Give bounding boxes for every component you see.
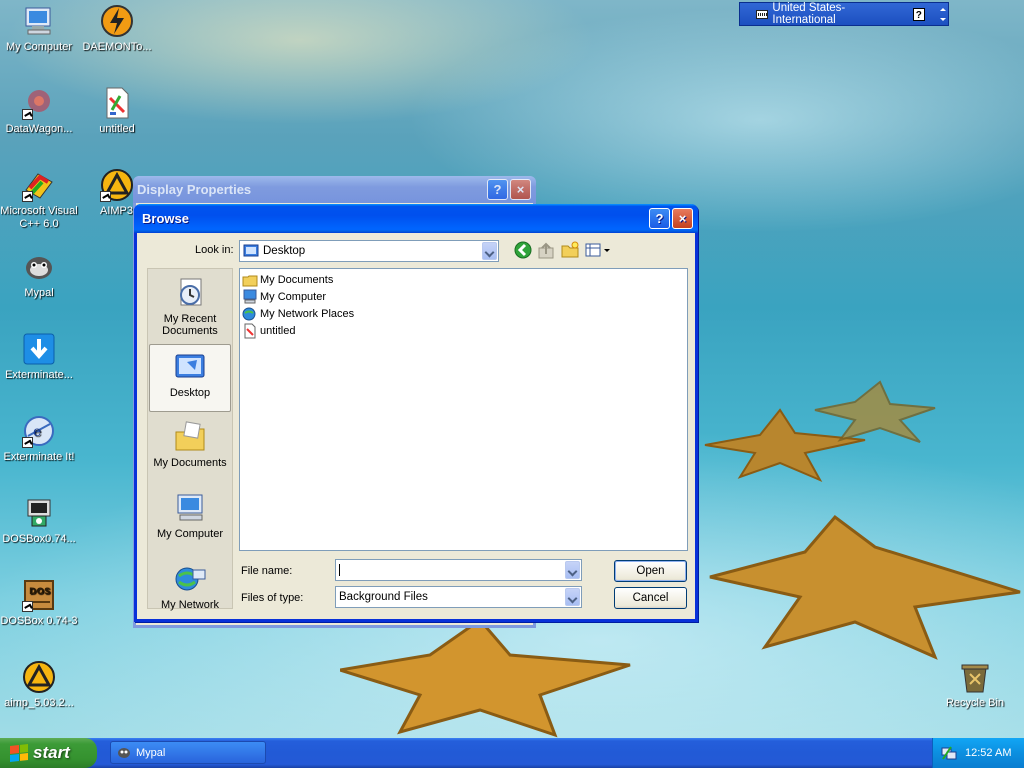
language-bar[interactable]: United States-International ? <box>739 2 949 26</box>
desktop-small-icon <box>243 244 259 257</box>
svg-text:e: e <box>33 424 41 440</box>
place-my-computer[interactable]: My Computer <box>149 486 231 554</box>
browse-dialog[interactable]: Browse ? × Look in: Desktop My Recent Do… <box>134 204 698 622</box>
starfish-decoration <box>814 380 936 443</box>
file-name-field[interactable] <box>335 559 582 581</box>
files-of-type-dropdown[interactable]: Background Files <box>335 586 582 608</box>
svg-text:DOS: DOS <box>29 587 51 597</box>
my-documents-icon <box>173 420 207 454</box>
starfish-decoration <box>709 514 1021 660</box>
desktop-icon-datawagon[interactable]: DataWagon... <box>0 86 78 136</box>
chevron-down-icon[interactable] <box>482 242 497 260</box>
look-in-dropdown[interactable]: Desktop <box>239 240 499 262</box>
network-tray-icon[interactable] <box>941 745 957 761</box>
taskbar-button-mypal[interactable]: Mypal <box>110 741 266 764</box>
network-icon <box>242 307 256 321</box>
view-menu-icon[interactable] <box>584 240 612 260</box>
aimp-icon <box>100 168 134 202</box>
computer-icon <box>173 491 207 525</box>
visual-cpp-icon <box>22 168 56 202</box>
starfish-decoration <box>340 620 631 738</box>
network-icon <box>173 562 207 596</box>
place-desktop[interactable]: Desktop <box>149 344 231 412</box>
desktop-icon-dosbox-0743[interactable]: DOS DOSBox 0.74-3 <box>0 578 78 628</box>
my-documents-icon <box>242 275 258 287</box>
cancel-button[interactable]: Cancel <box>614 587 687 609</box>
list-item[interactable]: My Computer <box>242 289 326 305</box>
back-icon[interactable] <box>513 240 533 260</box>
desktop-icon-recycle-bin[interactable]: Recycle Bin <box>936 660 1014 710</box>
look-in-label: Look in: <box>195 244 234 256</box>
mypal-icon <box>22 250 56 284</box>
language-label: United States-International <box>772 2 846 26</box>
desktop-icon-dosbox-074[interactable]: DOSBox0.74... <box>0 496 78 546</box>
computer-icon <box>22 4 56 38</box>
keyboard-icon <box>756 9 769 19</box>
list-item[interactable]: untitled <box>242 323 295 339</box>
list-item[interactable]: My Documents <box>242 272 333 288</box>
mypal-icon <box>118 747 130 758</box>
text-cursor <box>339 564 340 576</box>
look-in-value: Desktop <box>263 245 306 257</box>
windows-logo-icon <box>10 744 28 762</box>
files-of-type-label: Files of type: <box>241 592 304 604</box>
place-my-recent-documents[interactable]: My Recent Documents <box>149 271 231 339</box>
dosbox-setup-icon <box>22 496 56 530</box>
desktop-icon-mypal[interactable]: Mypal <box>0 250 78 300</box>
desktop-icon-untitled[interactable]: untitled <box>78 86 156 136</box>
places-bar: My Recent Documents Desktop My Documents… <box>147 268 233 611</box>
taskbar: start Mypal 12:52 AM <box>0 738 1024 768</box>
clock[interactable]: 12:52 AM <box>965 747 1011 759</box>
place-my-documents[interactable]: My Documents <box>149 415 231 483</box>
exterminate-it-icon: e <box>22 414 56 448</box>
start-label: start <box>33 743 70 762</box>
recent-documents-icon <box>173 276 207 310</box>
computer-icon <box>243 289 257 304</box>
help-button[interactable]: ? <box>487 179 508 200</box>
desktop-icon-exterminate[interactable]: Exterminate... <box>0 332 78 382</box>
dosbox-icon: DOS <box>22 578 56 612</box>
aimp-installer-icon <box>22 660 56 694</box>
desktop-icon <box>173 350 207 384</box>
system-tray: 12:52 AM <box>932 738 1024 768</box>
close-button[interactable]: × <box>510 179 531 200</box>
open-button[interactable]: Open <box>614 560 687 582</box>
display-properties-titlebar[interactable]: Display Properties ? × <box>133 176 536 203</box>
start-button[interactable]: start <box>0 738 97 768</box>
file-name-label: File name: <box>241 565 293 577</box>
bitmap-file-icon <box>100 86 134 120</box>
list-item[interactable]: My Network Places <box>242 306 354 322</box>
help-button[interactable]: ? <box>649 208 670 229</box>
place-my-network[interactable]: My Network <box>149 557 231 625</box>
desktop-icon-exterminate-it[interactable]: e Exterminate It! <box>0 414 78 464</box>
new-folder-icon[interactable] <box>560 240 580 260</box>
desktop-icon-visual-cpp[interactable]: Microsoft Visual C++ 6.0 <box>0 168 78 231</box>
desktop-icon-daemon-tools[interactable]: DAEMONTo... <box>78 4 156 54</box>
datawagon-icon <box>22 86 56 120</box>
browse-titlebar[interactable]: Browse ? × <box>134 204 698 233</box>
chevron-down-icon[interactable] <box>565 588 580 606</box>
close-button[interactable]: × <box>672 208 693 229</box>
exterminate-installer-icon <box>22 332 56 366</box>
desktop-icon-aimp-installer[interactable]: aimp_5.03.2... <box>0 660 78 710</box>
desktop-icon-my-computer[interactable]: My Computer <box>0 4 78 54</box>
dialog-title: Browse <box>142 211 189 226</box>
files-of-type-value: Background Files <box>339 591 428 603</box>
chevron-down-icon[interactable] <box>565 561 580 579</box>
window-title: Display Properties <box>137 182 252 197</box>
file-list[interactable]: My Documents My Computer My Network Plac… <box>239 268 688 551</box>
bitmap-file-icon <box>244 323 256 339</box>
up-folder-icon[interactable] <box>536 240 556 260</box>
language-bar-options-icon[interactable] <box>939 4 948 24</box>
help-icon[interactable]: ? <box>913 7 925 21</box>
daemon-tools-icon <box>100 4 134 38</box>
recycle-bin-icon <box>958 660 992 694</box>
